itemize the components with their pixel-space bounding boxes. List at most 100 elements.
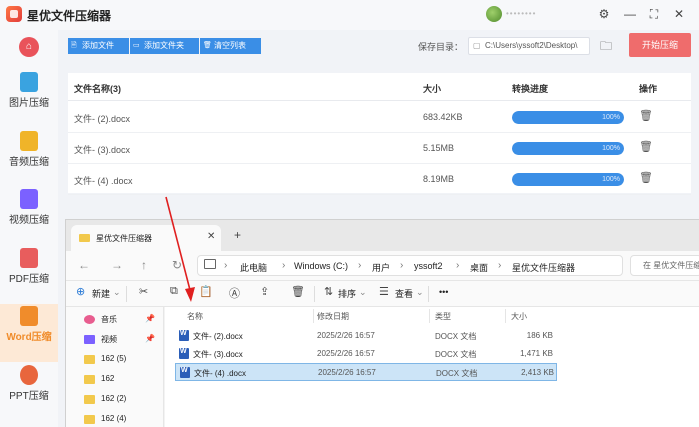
column-type[interactable]: 类型 bbox=[435, 311, 451, 322]
column-name: 文件名称(3) bbox=[74, 84, 121, 94]
browse-folder-icon[interactable]: 🗀 bbox=[597, 38, 615, 54]
nav-item-folder[interactable]: 162 bbox=[66, 370, 164, 390]
clear-list-label: 清空列表 bbox=[214, 41, 246, 50]
file-type: DOCX 文档 bbox=[435, 332, 477, 341]
file-size: 683.42KB bbox=[423, 112, 463, 122]
command-bar: ⊕ 新建 ⌄ ✂ ⧉ 📋 Ⓐ ⇪ 🗑 ⇅ 排序 ⌄ ☰ 查看 ⌄ ••• bbox=[66, 281, 699, 307]
home-icon[interactable]: ⌂ bbox=[19, 37, 39, 57]
nav-item-music[interactable]: 音乐 📌 bbox=[66, 310, 164, 330]
file-name: 文件- (3).docx bbox=[193, 350, 243, 359]
up-arrow-icon[interactable]: ↑ bbox=[141, 258, 147, 272]
new-plus-icon[interactable]: ⊕ bbox=[76, 285, 85, 298]
audio-icon bbox=[20, 131, 38, 151]
sidebar-item-audio[interactable]: 音频压缩 bbox=[0, 129, 58, 187]
close-button[interactable]: ✕ bbox=[668, 4, 690, 24]
divider bbox=[313, 309, 314, 323]
breadcrumb-item[interactable]: 此电脑 bbox=[240, 261, 267, 274]
forward-arrow-icon[interactable]: → bbox=[111, 258, 123, 272]
list-item[interactable]: 文件- (3).docx 2025/2/26 16:57 DOCX 文档 1,4… bbox=[175, 345, 557, 363]
sort-icon[interactable]: ⇅ bbox=[324, 285, 333, 298]
paste-icon[interactable]: 📋 bbox=[199, 285, 213, 298]
share-icon[interactable]: ⇪ bbox=[260, 285, 269, 298]
breadcrumb-separator: › bbox=[282, 260, 286, 271]
maximize-button[interactable]: ⛶ bbox=[643, 4, 665, 24]
user-avatar[interactable] bbox=[486, 6, 502, 22]
app-logo-icon bbox=[6, 6, 22, 22]
search-input[interactable]: 在 星优文件压缩器 bbox=[630, 255, 699, 276]
more-options-button[interactable]: ••• bbox=[439, 287, 448, 297]
folder-icon: ▭ bbox=[133, 42, 140, 49]
start-compress-button[interactable]: 开始压缩 bbox=[629, 33, 691, 57]
new-button[interactable]: 新建 bbox=[92, 287, 110, 300]
breadcrumb-item[interactable]: yssoft2 bbox=[414, 261, 443, 271]
table-header: 文件名称(3) 大小 转换进度 操作 bbox=[68, 73, 691, 101]
column-progress: 转换进度 bbox=[512, 84, 549, 94]
sort-button[interactable]: 排序 bbox=[338, 287, 356, 300]
pdf-icon bbox=[20, 248, 38, 268]
file-name: 文件- (2).docx bbox=[74, 114, 131, 124]
cut-icon[interactable]: ✂ bbox=[139, 285, 148, 298]
breadcrumb-item[interactable]: 用户 bbox=[372, 261, 390, 274]
address-bar[interactable]: › 此电脑 › Windows (C:) › 用户 › yssoft2 › 桌面… bbox=[197, 255, 623, 276]
copy-icon[interactable]: ⧉ bbox=[170, 285, 178, 298]
file-type: DOCX 文档 bbox=[436, 369, 478, 378]
add-folder-button[interactable]: ▭ 添加文件夹 bbox=[130, 38, 199, 54]
breadcrumb-item[interactable]: Windows (C:) bbox=[294, 261, 348, 271]
delete-icon[interactable]: 🗑 bbox=[639, 171, 653, 184]
chevron-down-icon: ⌄ bbox=[359, 287, 367, 297]
new-tab-button[interactable]: + bbox=[234, 228, 241, 242]
breadcrumb-item[interactable]: 星优文件压缩器 bbox=[512, 261, 575, 274]
settings-icon[interactable]: ⚙ bbox=[593, 4, 615, 24]
video-icon bbox=[84, 335, 95, 344]
column-size[interactable]: 大小 bbox=[511, 311, 527, 322]
delete-icon[interactable]: 🗑 bbox=[639, 140, 653, 153]
nav-item-videos[interactable]: 视频 📌 bbox=[66, 330, 164, 350]
explorer-tab[interactable]: 星优文件压缩器 ✕ bbox=[71, 225, 221, 251]
delete-icon[interactable]: 🗑 bbox=[291, 285, 305, 298]
column-modified[interactable]: 修改日期 bbox=[317, 311, 349, 322]
list-item-selected[interactable]: 文件- (4) .docx 2025/2/26 16:57 DOCX 文档 2,… bbox=[175, 363, 557, 381]
sidebar-item-label: PPT压缩 bbox=[9, 391, 49, 402]
title-bar: 星优文件压缩器 •••••••• ⚙ — ⛶ ✕ bbox=[0, 0, 699, 30]
nav-item-folder[interactable]: 162 (2) bbox=[66, 390, 164, 410]
nav-item-folder[interactable]: 162 (5) bbox=[66, 350, 164, 370]
file-name: 文件- (3).docx bbox=[74, 145, 131, 155]
column-size: 大小 bbox=[423, 84, 442, 94]
folder-icon bbox=[84, 355, 95, 364]
list-item[interactable]: 文件- (2).docx 2025/2/26 16:57 DOCX 文档 186… bbox=[175, 327, 557, 345]
back-arrow-icon[interactable]: ← bbox=[78, 258, 90, 272]
word-doc-icon bbox=[179, 330, 189, 341]
ppt-icon bbox=[20, 365, 38, 385]
clear-list-button[interactable]: 🗑 清空列表 bbox=[200, 38, 261, 54]
user-name[interactable]: •••••••• bbox=[506, 9, 558, 19]
nav-item-folder[interactable]: 162 (4) bbox=[66, 410, 164, 427]
view-icon[interactable]: ☰ bbox=[379, 285, 389, 298]
sidebar-item-pdf[interactable]: PDF压缩 bbox=[0, 246, 58, 304]
add-file-button[interactable]: 🗎 添加文件 bbox=[68, 38, 129, 54]
table-row[interactable]: 文件- (3).docx 5.15MB 100% 🗑 bbox=[68, 133, 691, 164]
image-icon bbox=[20, 72, 38, 92]
column-name[interactable]: 名称 bbox=[187, 311, 203, 322]
breadcrumb-separator: › bbox=[498, 260, 502, 271]
divider bbox=[126, 286, 127, 302]
sidebar-item-ppt[interactable]: PPT压缩 bbox=[0, 363, 58, 421]
sidebar-item-image[interactable]: 图片压缩 bbox=[0, 70, 58, 128]
minimize-button[interactable]: — bbox=[619, 4, 641, 24]
breadcrumb-item[interactable]: 桌面 bbox=[470, 261, 488, 274]
delete-icon[interactable]: 🗑 bbox=[639, 109, 653, 122]
folder-icon bbox=[79, 234, 90, 242]
sidebar-item-video[interactable]: 视频压缩 bbox=[0, 187, 58, 245]
explorer-tab-bar: 星优文件压缩器 ✕ + bbox=[66, 220, 699, 251]
trash-icon: 🗑 bbox=[203, 42, 212, 49]
table-row[interactable]: 文件- (2).docx 683.42KB 100% 🗑 bbox=[68, 102, 691, 133]
save-dir-field[interactable]: ▢ C:\Users\yssoft2\Desktop\ bbox=[468, 37, 590, 55]
progress-label: 100% bbox=[602, 114, 620, 121]
view-button[interactable]: 查看 bbox=[395, 287, 413, 300]
progress-label: 100% bbox=[602, 145, 620, 152]
table-row[interactable]: 文件- (4) .docx 8.19MB 100% 🗑 bbox=[68, 164, 691, 195]
refresh-icon[interactable]: ↻ bbox=[172, 258, 182, 272]
sidebar-item-word[interactable]: Word压缩 bbox=[0, 304, 58, 362]
close-tab-icon[interactable]: ✕ bbox=[207, 231, 215, 242]
rename-icon[interactable]: Ⓐ bbox=[229, 285, 240, 301]
file-size: 5.15MB bbox=[423, 143, 455, 153]
